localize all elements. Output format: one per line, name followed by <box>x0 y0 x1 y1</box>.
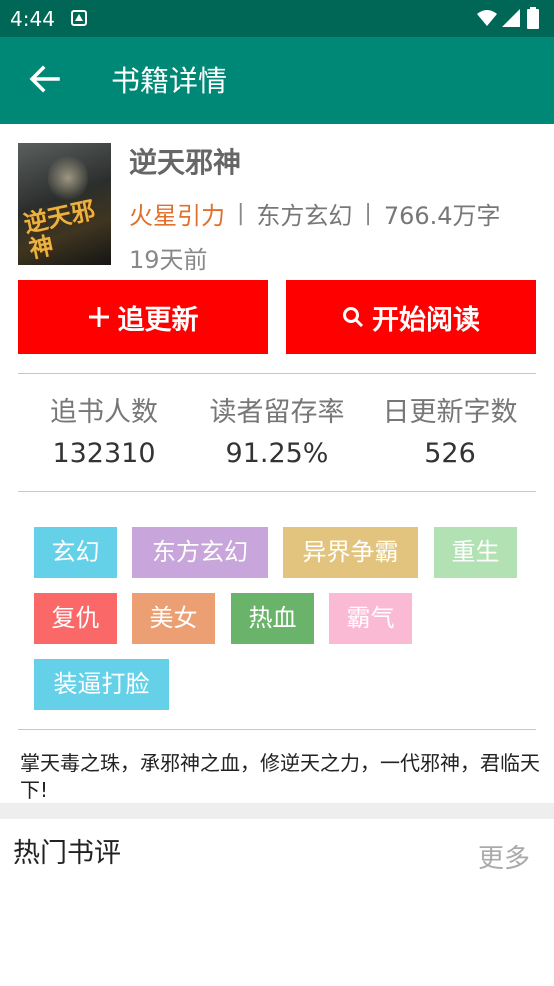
follow-updates-label: 追更新 <box>117 304 199 336</box>
divider <box>18 373 536 374</box>
tag[interactable]: 重生 <box>434 527 517 578</box>
book-intro: 掌天毒之珠，承邪神之血，修逆天之力，一代邪神，君临天下! <box>20 751 540 802</box>
stat-label: 追书人数 <box>50 397 158 428</box>
plus-icon <box>88 307 109 327</box>
tag[interactable]: 装逼打脸 <box>34 659 169 710</box>
app-toolbar: 书籍详情 <box>0 37 554 124</box>
book-cover[interactable]: 逆天邪神 <box>18 143 111 265</box>
tag[interactable]: 霸气 <box>329 593 412 644</box>
arrow-left-icon <box>29 65 60 93</box>
book-word-count: 766.4万字 <box>383 201 501 230</box>
stat-label: 读者留存率 <box>209 397 345 428</box>
tag[interactable]: 东方玄幻 <box>132 527 268 578</box>
section-gap <box>0 803 554 819</box>
divider <box>18 491 536 492</box>
notification-icon <box>71 10 87 26</box>
divider <box>18 729 536 730</box>
meta-separator: | <box>364 200 372 226</box>
book-title: 逆天邪神 <box>129 146 242 179</box>
more-reviews-link[interactable]: 更多 <box>478 842 530 876</box>
meta-separator: | <box>237 200 245 226</box>
book-detail-screen: 4:44 书籍详情 逆天邪神 逆天邪神 火星引力 | 东方玄幻 | 766.4万… <box>0 0 554 986</box>
cover-title-art: 逆天邪神 <box>21 194 98 264</box>
stat-value: 132310 <box>52 438 156 469</box>
back-button[interactable] <box>24 59 64 99</box>
stat-label: 日更新字数 <box>382 397 518 428</box>
hot-reviews-title: 热门书评 <box>13 838 121 869</box>
tag[interactable]: 热血 <box>231 593 314 644</box>
book-category: 东方玄幻 <box>256 201 353 230</box>
stat-followers: 追书人数 132310 <box>14 393 194 475</box>
stat-daily-words: 日更新字数 526 <box>360 393 540 475</box>
book-author[interactable]: 火星引力 <box>129 196 225 231</box>
tag[interactable]: 复仇 <box>34 593 117 644</box>
battery-icon <box>527 7 539 29</box>
tag[interactable]: 玄幻 <box>34 527 117 578</box>
start-reading-button[interactable]: 开始阅读 <box>286 280 536 354</box>
follow-updates-button[interactable]: 追更新 <box>18 280 268 354</box>
signal-icon <box>502 9 520 27</box>
status-bar: 4:44 <box>0 0 554 37</box>
book-meta: 火星引力 | 东方玄幻 | 766.4万字 <box>129 193 501 233</box>
status-time: 4:44 <box>10 7 55 31</box>
start-reading-label: 开始阅读 <box>372 304 480 336</box>
book-update-time: 19天前 <box>129 246 208 274</box>
search-icon <box>343 307 364 328</box>
stat-value: 91.25% <box>225 438 329 469</box>
cover-art <box>48 153 88 203</box>
tag[interactable]: 美女 <box>132 593 215 644</box>
stat-value: 526 <box>424 438 476 469</box>
page-title: 书籍详情 <box>111 64 228 98</box>
tag[interactable]: 异界争霸 <box>283 527 418 578</box>
stat-retention: 读者留存率 91.25% <box>187 393 367 475</box>
wifi-icon <box>477 10 497 26</box>
